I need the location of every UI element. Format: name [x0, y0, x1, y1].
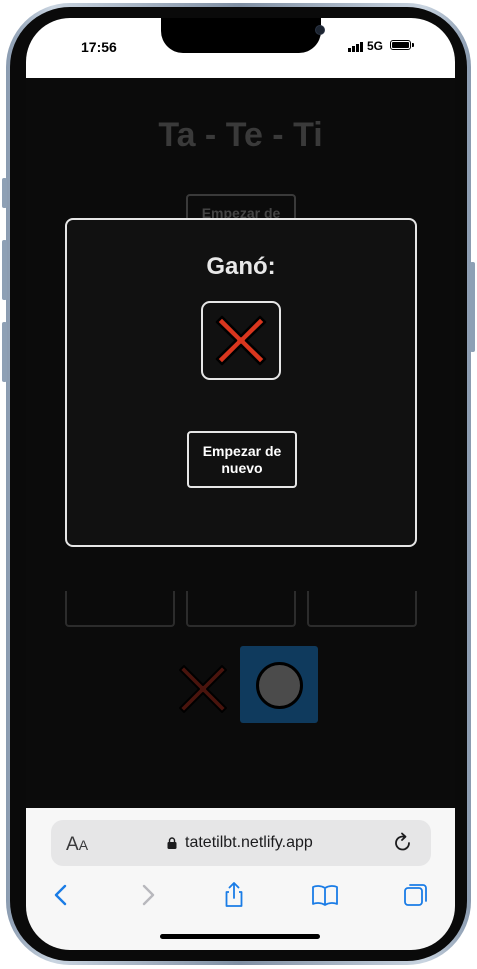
board-cell-9[interactable] — [307, 591, 417, 627]
mute-switch — [2, 178, 7, 208]
status-time: 17:56 — [81, 39, 117, 55]
turn-indicator-o — [240, 646, 318, 723]
tabs-icon[interactable] — [402, 881, 430, 909]
signal-icon — [348, 42, 363, 52]
board-cell-8[interactable] — [186, 591, 296, 627]
restart-button-modal[interactable]: Empezar de nuevo — [187, 431, 297, 488]
url-text: tatetilbt.netlify.app — [185, 834, 313, 851]
battery-icon — [390, 40, 411, 50]
address-bar[interactable]: AA tatetilbt.netlify.app — [51, 820, 431, 866]
x-mark-icon — [215, 315, 267, 366]
forward-icon[interactable] — [133, 881, 161, 909]
power-button — [470, 262, 475, 352]
home-indicator — [160, 934, 320, 939]
battery-tip — [412, 43, 414, 47]
x-mark-icon — [179, 665, 227, 713]
circle-icon — [256, 662, 303, 709]
share-icon[interactable] — [220, 881, 248, 909]
winner-modal: Ganó: Empezar de nuevo — [65, 218, 417, 547]
winner-symbol-box — [201, 301, 281, 380]
winner-label: Ganó: — [206, 253, 276, 280]
board-cell-7[interactable] — [65, 591, 175, 627]
status-bar: 17:56 5G — [26, 18, 455, 78]
page-title: Ta - Te - Ti — [158, 116, 323, 154]
notch — [161, 18, 325, 53]
camera-icon — [315, 25, 325, 35]
text-size-button[interactable]: AA — [66, 834, 88, 856]
volume-down-button — [2, 322, 7, 382]
back-icon[interactable] — [48, 881, 76, 909]
volume-up-button — [2, 240, 7, 300]
screen: 17:56 5G Ta - Te - Ti Empezar de nuevo G… — [26, 18, 455, 950]
browser-toolbar: AA tatetilbt.netlify.app — [26, 808, 455, 950]
network-label: 5G — [367, 39, 384, 53]
reload-icon[interactable] — [392, 832, 414, 854]
bookmarks-icon[interactable] — [311, 881, 339, 909]
lock-icon — [167, 837, 177, 849]
